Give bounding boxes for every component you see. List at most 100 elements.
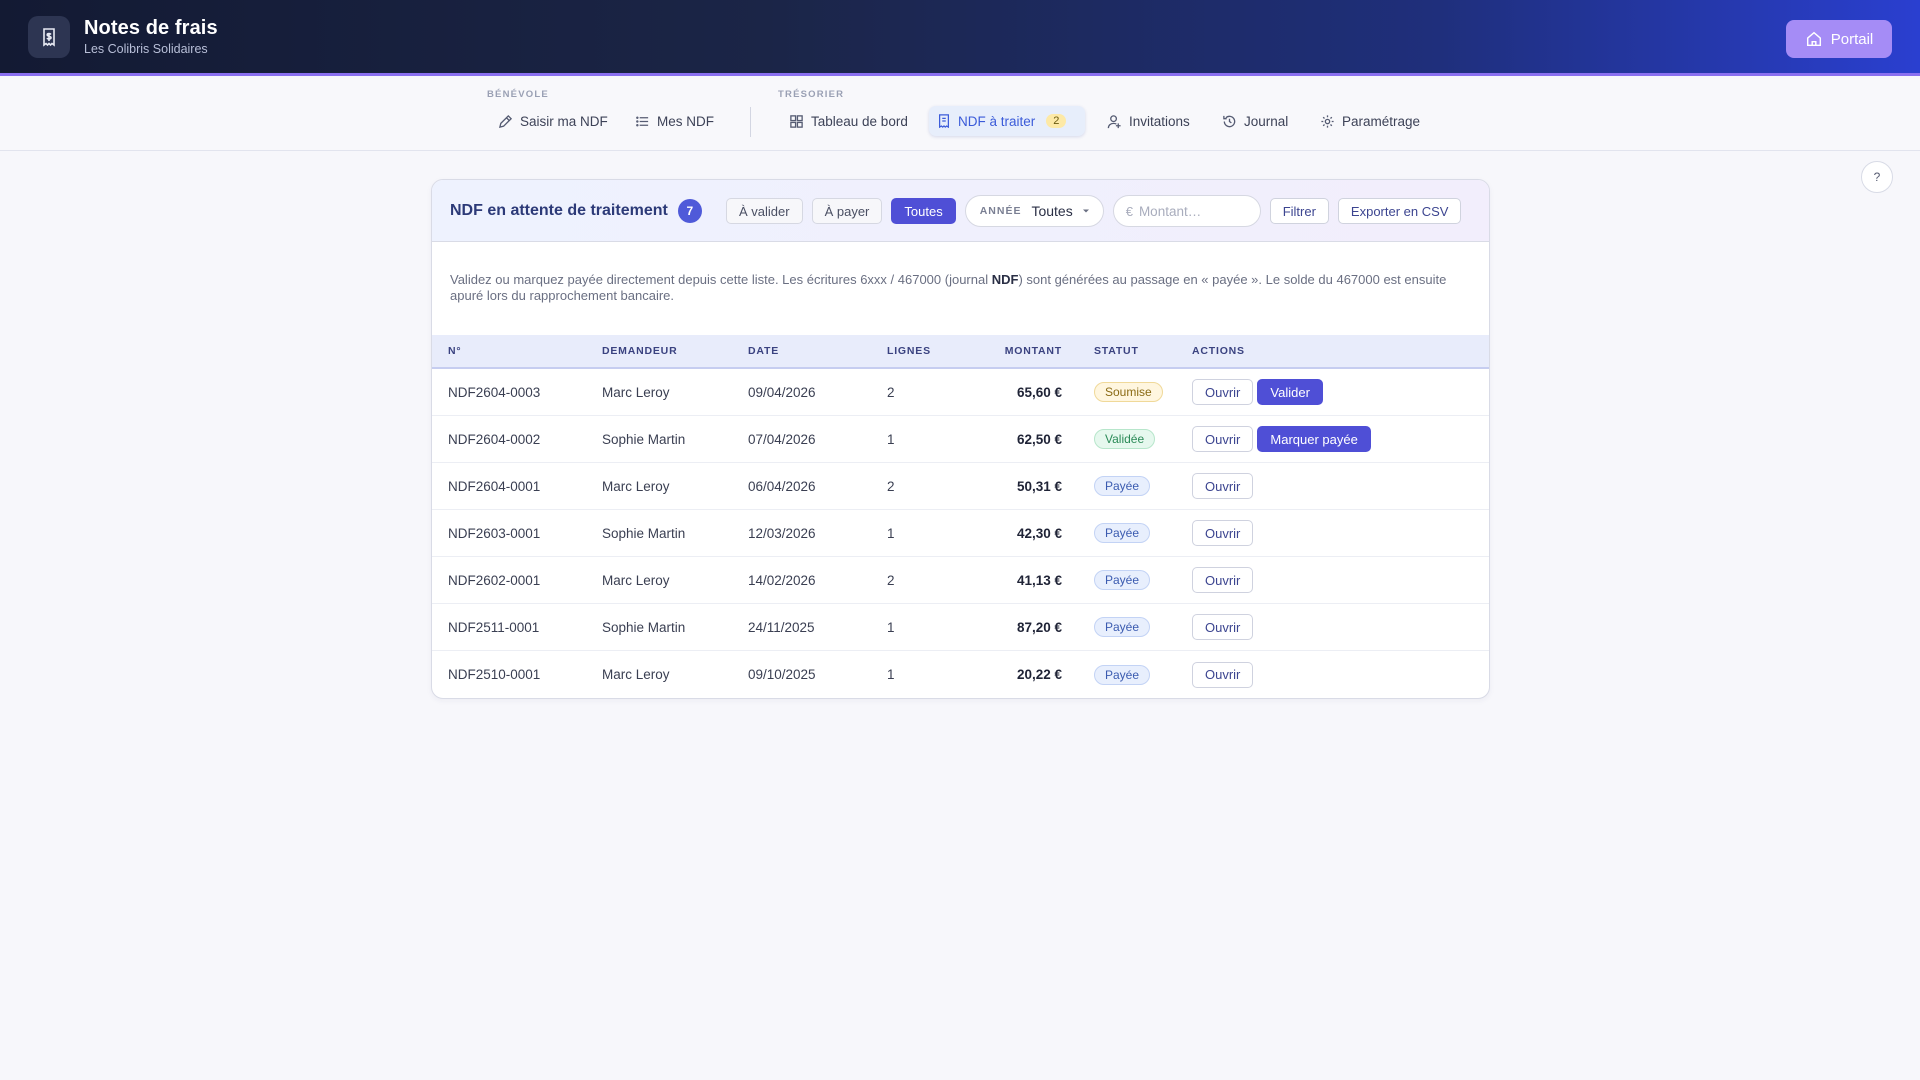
cell-requester: Sophie Martin [602,619,686,635]
amount-input[interactable] [1138,203,1239,219]
open-button[interactable]: Ouvrir [1192,567,1254,593]
table-row: NDF2604-0002 Sophie Martin 07/04/2026 1 … [432,416,1489,463]
filter-chip-a-valider[interactable]: À valider [726,198,803,224]
table-row: NDF2602-0001 Marc Leroy 14/02/2026 2 41,… [432,557,1489,604]
nav-item-journal[interactable]: Journal [1214,106,1296,136]
nav-group-tresorier: TRÉSORIER [778,89,845,100]
cell-num: NDF2602-0001 [448,572,541,588]
cell-date: 09/10/2025 [748,667,816,682]
cell-lines: 1 [887,431,895,447]
cell-requester: Marc Leroy [602,667,670,682]
portal-label: Portail [1830,30,1874,48]
ndf-table: N° DEMANDEUR DATE LIGNES MONTANT STATUT … [432,335,1489,698]
portal-button[interactable]: Portail [1786,20,1892,58]
cell-amount: 41,13 € [1016,572,1062,588]
status-badge: Payée [1094,617,1151,637]
filter-button[interactable]: Filtrer [1269,198,1329,224]
mark-paid-button[interactable]: Marquer payée [1257,426,1371,452]
nav-item-label: Paramétrage [1342,113,1421,129]
nav-item-invitations[interactable]: Invitations [1099,106,1198,136]
home-icon [1806,31,1821,47]
status-badge: Payée [1094,476,1151,496]
table-row: NDF2603-0001 Sophie Martin 12/03/2026 1 … [432,510,1489,557]
receipt-dollar-icon [28,15,70,58]
euro-icon: € [1125,203,1133,219]
open-button[interactable]: Ouvrir [1192,661,1254,688]
app-title: Notes de frais [84,17,218,39]
app-header: Notes de frais Les Colibris Solidaires P… [0,0,1920,76]
nav-item-label: Invitations [1129,113,1190,129]
col-header-actions: ACTIONS [1192,345,1245,357]
caret-down-icon [1082,209,1089,213]
organization-name: Les Colibris Solidaires [84,42,208,56]
cell-amount: 50,31 € [1016,478,1062,494]
nav-item-label: NDF à traiter [958,113,1036,129]
nav-item-saisir-ndf[interactable]: Saisir ma NDF [490,106,616,136]
help-button[interactable]: ? [1861,161,1893,193]
grid-icon [790,114,803,128]
table-row: NDF2511-0001 Sophie Martin 24/11/2025 1 … [432,604,1489,651]
receipt-icon [939,114,949,128]
open-button[interactable]: Ouvrir [1192,426,1254,452]
nav-item-parametrage[interactable]: Paramétrage [1312,106,1428,136]
info-text: Validez ou marquez payée directement dep… [450,272,1447,303]
year-value: Toutes [1031,203,1073,219]
cell-lines: 2 [887,572,895,588]
year-select[interactable]: ANNÉE Toutes [964,195,1104,227]
filter-chip-toutes[interactable]: Toutes [891,198,956,224]
status-badge: Validée [1094,429,1156,449]
main-nav: BÉNÉVOLE TRÉSORIER Saisir ma NDF Mes NDF… [0,79,1920,151]
nav-item-ndf-a-traiter[interactable]: NDF à traiter 2 [929,106,1085,136]
cell-amount: 62,50 € [1016,431,1062,447]
status-badge: Payée [1094,570,1151,590]
pending-count-badge: 2 [1046,114,1067,128]
table-row: NDF2604-0001 Marc Leroy 06/04/2026 2 50,… [432,463,1489,510]
nav-item-label: Tableau de bord [811,113,908,129]
gear-icon [1321,114,1334,128]
open-button[interactable]: Ouvrir [1192,473,1254,499]
open-button[interactable]: Ouvrir [1192,614,1254,640]
cell-requester: Sophie Martin [602,431,686,447]
cell-num: NDF2603-0001 [448,525,541,541]
validate-button[interactable]: Valider [1257,379,1323,405]
cell-amount: 87,20 € [1016,619,1062,635]
status-badge: Payée [1094,523,1151,543]
cell-lines: 2 [887,478,895,494]
panel-title: NDF en attente de traitement [450,201,668,219]
cell-num: NDF2604-0003 [448,384,541,400]
pending-ndf-panel: NDF en attente de traitement 7 À valider… [431,179,1490,699]
col-header-date: DATE [748,345,780,357]
cell-date: 07/04/2026 [748,431,816,447]
cell-requester: Marc Leroy [602,572,670,588]
nav-item-tableau-de-bord[interactable]: Tableau de bord [781,106,916,136]
nav-item-label: Saisir ma NDF [520,113,608,129]
filter-chip-a-payer[interactable]: À payer [811,198,883,224]
cell-requester: Marc Leroy [602,478,670,494]
open-button[interactable]: Ouvrir [1192,379,1254,405]
col-header-num: N° [448,345,462,357]
nav-divider [750,107,751,137]
status-badge: Soumise [1094,382,1163,402]
col-header-status: STATUT [1094,345,1139,357]
nav-item-label: Journal [1244,113,1289,129]
col-header-lines: LIGNES [887,345,931,357]
cell-num: NDF2604-0002 [448,431,541,447]
cell-date: 09/04/2026 [748,384,816,400]
nav-item-mes-ndf[interactable]: Mes NDF [627,106,722,136]
cell-date: 14/02/2026 [748,572,816,588]
cell-lines: 2 [887,384,895,400]
cell-lines: 1 [887,667,895,682]
cell-num: NDF2604-0001 [448,478,541,494]
cell-num: NDF2511-0001 [448,619,540,635]
cell-num: NDF2510-0001 [448,667,541,682]
cell-requester: Marc Leroy [602,384,670,400]
open-button[interactable]: Ouvrir [1192,520,1254,546]
cell-date: 24/11/2025 [748,619,815,635]
table-row: NDF2510-0001 Marc Leroy 09/10/2025 1 20,… [432,651,1489,698]
export-csv-button[interactable]: Exporter en CSV [1337,198,1462,224]
cell-amount: 20,22 € [1016,667,1062,682]
pen-icon [498,114,513,128]
user-plus-icon [1107,114,1121,128]
cell-amount: 42,30 € [1016,525,1062,541]
cell-date: 06/04/2026 [748,478,816,494]
